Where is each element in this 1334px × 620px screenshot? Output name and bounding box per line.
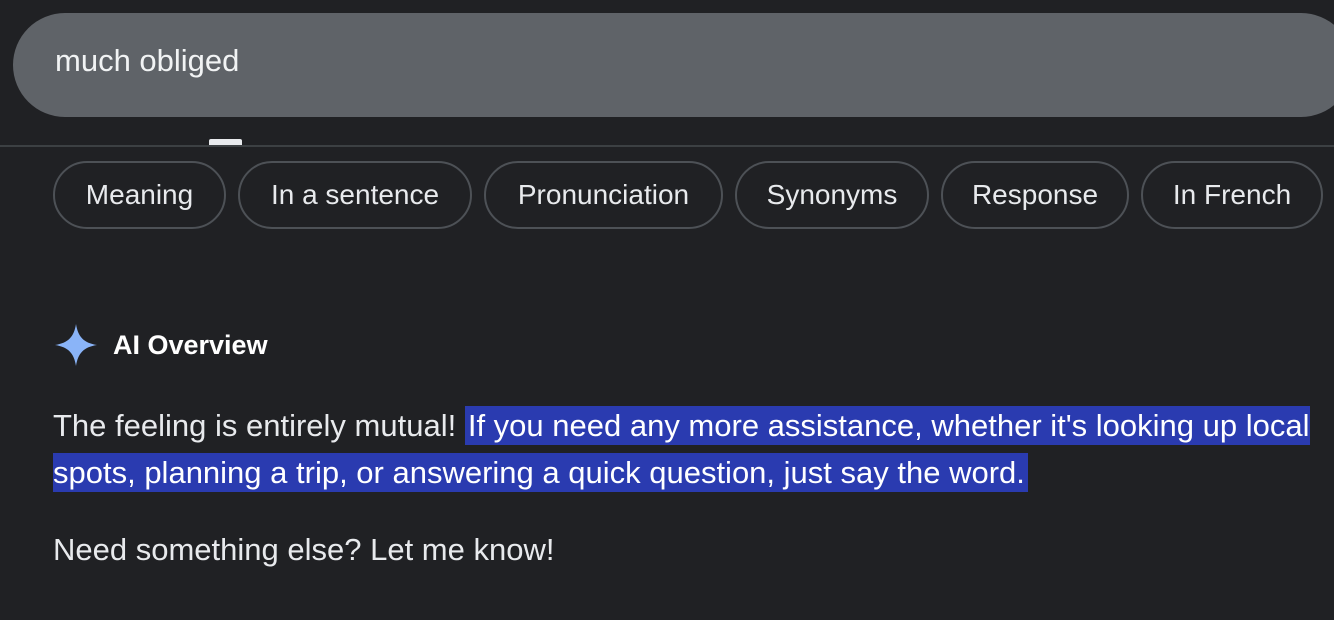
- ai-overview-text: The feeling is entirely mutual! If you n…: [53, 402, 1313, 496]
- overview-follow-up: Need something else? Let me know!: [53, 532, 555, 567]
- chip-synonyms[interactable]: Synonyms: [735, 161, 929, 229]
- chip-response[interactable]: Response: [941, 161, 1129, 229]
- search-input[interactable]: much obliged: [55, 43, 239, 79]
- sparkle-icon: [55, 324, 97, 366]
- search-bar[interactable]: much obliged: [13, 13, 1334, 117]
- chip-row: Meaning In a sentence Pronunciation Syno…: [53, 161, 1334, 233]
- ai-overview-title: AI Overview: [113, 330, 268, 360]
- overview-intro: The feeling is entirely mutual!: [53, 408, 457, 443]
- tab-indicator: [209, 139, 242, 145]
- divider: [0, 145, 1334, 147]
- chip-in-a-sentence[interactable]: In a sentence: [238, 161, 472, 229]
- chip-pronunciation[interactable]: Pronunciation: [484, 161, 723, 229]
- chip-in-french[interactable]: In French: [1141, 161, 1323, 229]
- chip-meaning[interactable]: Meaning: [53, 161, 226, 229]
